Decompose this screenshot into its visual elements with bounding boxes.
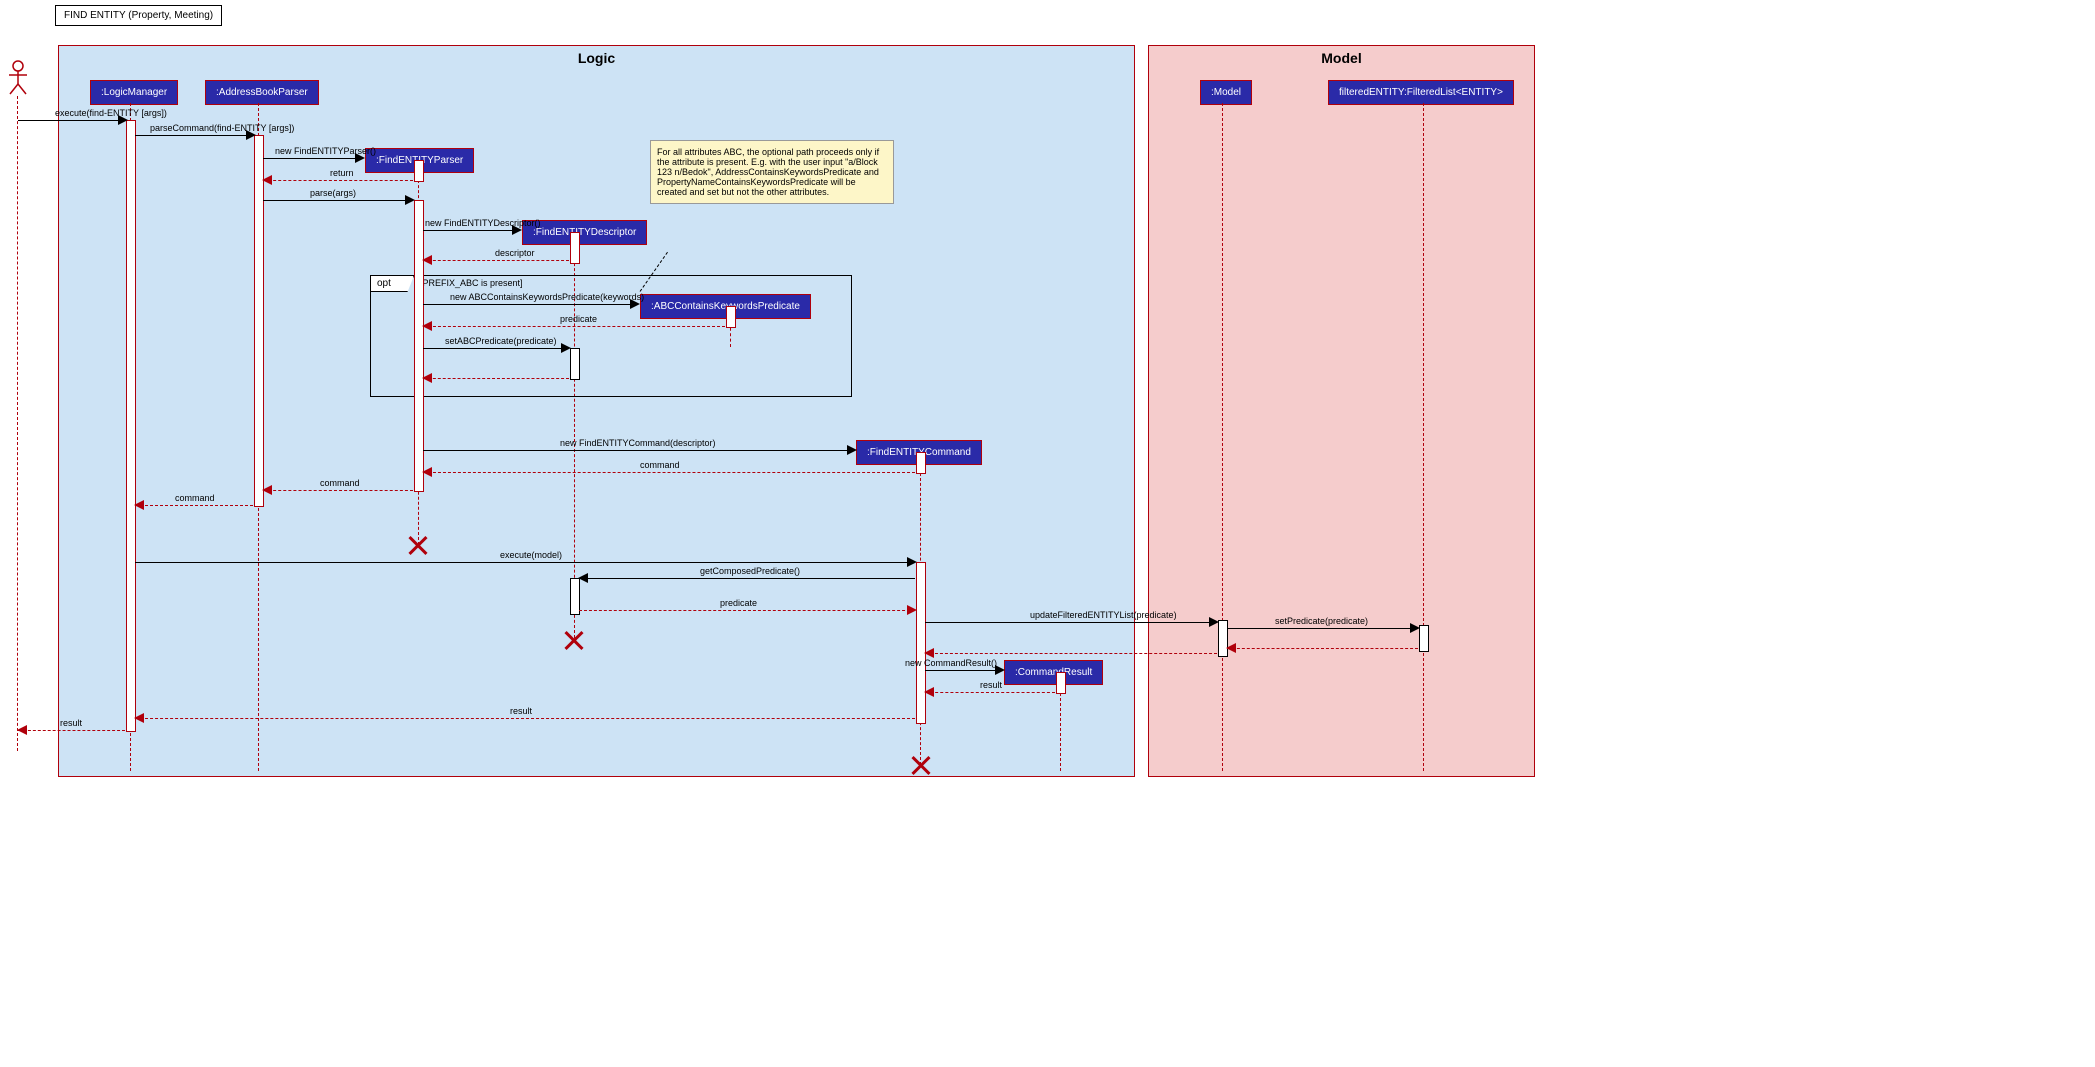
opt-label: opt [371,276,414,292]
participant-descriptor: :FindENTITYDescriptor [522,220,647,245]
participant-logic-manager: :LogicManager [90,80,178,105]
participant-model: :Model [1200,80,1252,105]
lifeline-filtered [1423,103,1424,771]
msg-newparser: new FindENTITYParser() [275,146,376,156]
arrow-result1 [925,692,1055,693]
act-parser1 [414,160,424,182]
msg-cmd-return3: command [175,493,215,503]
act-desc1 [570,232,580,264]
arrow-cmd-return2 [263,490,413,491]
arrow-result3 [18,730,125,731]
msg-setpredmodel: setPredicate(predicate) [1275,616,1368,626]
destroy-command [911,755,931,775]
arrow-setpred [423,348,569,349]
arrow-newcmd [423,450,855,451]
arrow-newdesc [423,230,520,231]
participant-filtered-entity: filteredENTITY:FilteredList<ENTITY> [1328,80,1514,105]
msg-setpred: setABCPredicate(predicate) [445,336,557,346]
lifeline-model [1222,103,1223,771]
act-abp [254,135,264,507]
act-lm [126,120,136,732]
arrow-execute [18,120,126,121]
arrow-cmd-return3 [135,505,253,506]
participant-address-book-parser: :AddressBookParser [205,80,319,105]
msg-newdesc: new FindENTITYDescriptor() [425,218,541,228]
msg-exec-model: execute(model) [500,550,562,560]
msg-getcomposed: getComposedPredicate() [700,566,800,576]
msg-result1: result [980,680,1002,690]
msg-parse: parse(args) [310,188,356,198]
arrow-exec-model [135,562,915,563]
destroy-parser [408,535,428,555]
model-frame: Model [1148,45,1535,777]
msg-pred-return: predicate [560,314,597,324]
logic-frame-title: Logic [578,50,615,66]
actor-lifeline [17,96,18,751]
opt-guard: [PREFIX_ABC is present] [420,278,523,288]
actor-icon [7,60,29,96]
arrow-newparser [263,158,363,159]
sequence-diagram: FIND ENTITY (Property, Meeting) Logic Mo… [0,0,1540,785]
msg-parsecommand: parseCommand(find-ENTITY [args]) [150,123,294,133]
msg-return-parser: return [330,168,354,178]
arrow-parse [263,200,413,201]
msg-newresult: new CommandResult() [905,658,997,668]
msg-newcmd: new FindENTITYCommand(descriptor) [560,438,716,448]
act-result [1056,672,1066,694]
note: For all attributes ABC, the optional pat… [650,140,894,204]
arrow-parsecommand [135,135,254,136]
msg-result3: result [60,718,82,728]
lifeline-result [1060,683,1061,771]
arrow-updatefilt-back [925,653,1217,654]
act-filtered [1419,625,1429,652]
arrow-newresult [925,670,1003,671]
msg-updatefilt: updateFilteredENTITYList(predicate) [1030,610,1177,620]
arrow-newpred [423,304,638,305]
act-cmd2 [916,562,926,724]
diagram-title: FIND ENTITY (Property, Meeting) [55,5,222,26]
arrow-desc-return [423,260,569,261]
msg-desc-return: descriptor [495,248,535,258]
arrow-pred-return [423,326,725,327]
arrow-cmd-return1 [423,472,915,473]
act-abc [726,306,736,328]
arrow-setpredmodel [1227,628,1418,629]
msg-predreturn2: predicate [720,598,757,608]
msg-cmd-return2: command [320,478,360,488]
arrow-result2 [135,718,915,719]
arrow-return-parser [263,180,413,181]
participant-command-result: :CommandResult [1004,660,1103,685]
arrow-getcomposed [579,578,915,579]
act-parser2 [414,200,424,492]
msg-newpred: new ABCContainsKeywordsPredicate(keyword… [450,292,644,302]
msg-result2: result [510,706,532,716]
model-frame-title: Model [1321,50,1361,66]
arrow-setpred-back [1227,648,1418,649]
msg-execute: execute(find-ENTITY [args]) [55,108,167,118]
arrow-setpred-return [423,378,569,379]
destroy-descriptor [564,630,584,650]
act-desc2 [570,348,580,380]
act-cmd1 [916,452,926,474]
arrow-predreturn2 [579,610,915,611]
msg-cmd-return1: command [640,460,680,470]
arrow-updatefilt [925,622,1217,623]
